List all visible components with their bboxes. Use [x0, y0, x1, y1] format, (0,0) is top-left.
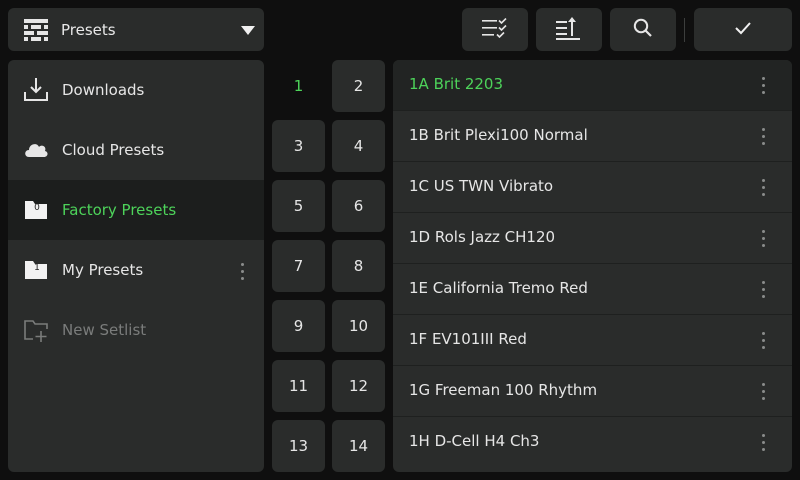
- edit-list-icon: [482, 17, 508, 42]
- sidebar-item-label: Factory Presets: [62, 201, 177, 219]
- preset-name: 1B Brit Plexi100 Normal: [409, 126, 588, 144]
- bank-button[interactable]: 11: [272, 360, 325, 412]
- more-options-icon[interactable]: [762, 434, 766, 455]
- preset-row[interactable]: 1H D-Cell H4 Ch3: [393, 417, 792, 468]
- sidebar-item-factory-presets[interactable]: 0 Factory Presets: [8, 180, 264, 240]
- sidebar-item-label: Cloud Presets: [62, 141, 165, 159]
- more-options-icon[interactable]: [241, 263, 245, 284]
- more-options-icon[interactable]: [762, 128, 766, 149]
- sidebar-item-label: My Presets: [62, 261, 144, 279]
- more-options-icon[interactable]: [762, 332, 766, 353]
- sidebar-item-label: New Setlist: [62, 321, 147, 339]
- bank-button[interactable]: 4: [332, 120, 385, 172]
- preset-row[interactable]: 1B Brit Plexi100 Normal: [393, 111, 792, 162]
- toolbar-divider: [684, 18, 685, 42]
- search-icon: [633, 18, 653, 42]
- sidebar-item-new-setlist[interactable]: New Setlist: [8, 300, 264, 360]
- sidebar: Downloads Cloud Presets 0 Factory Preset…: [8, 60, 264, 472]
- sidebar-item-my-presets[interactable]: 1 My Presets: [8, 240, 264, 300]
- preset-row[interactable]: 1D Rols Jazz CH120: [393, 213, 792, 264]
- bank-button[interactable]: 5: [272, 180, 325, 232]
- bank-button[interactable]: 10: [332, 300, 385, 352]
- preset-list: 1A Brit 2203 1B Brit Plexi100 Normal 1C …: [393, 60, 792, 472]
- more-options-icon[interactable]: [762, 179, 766, 200]
- sidebar-item-downloads[interactable]: Downloads: [8, 60, 264, 120]
- more-options-icon[interactable]: [762, 77, 766, 98]
- preset-name: 1F EV101III Red: [409, 330, 527, 348]
- bank-button[interactable]: 1: [272, 60, 325, 112]
- edit-list-button[interactable]: [462, 8, 528, 51]
- confirm-button[interactable]: [694, 8, 792, 51]
- preset-row[interactable]: 1C US TWN Vibrato: [393, 162, 792, 213]
- bank-button[interactable]: 7: [272, 240, 325, 292]
- new-folder-icon: [23, 317, 49, 343]
- more-options-icon[interactable]: [762, 383, 766, 404]
- bank-button[interactable]: 12: [332, 360, 385, 412]
- preset-name: 1C US TWN Vibrato: [409, 177, 554, 195]
- bank-button[interactable]: 13: [272, 420, 325, 472]
- bank-button[interactable]: 8: [332, 240, 385, 292]
- preset-row[interactable]: 1E California Tremo Red: [393, 264, 792, 315]
- sidebar-item-cloud-presets[interactable]: Cloud Presets: [8, 120, 264, 180]
- grid-menu-icon: [24, 18, 48, 41]
- preset-row[interactable]: 1F EV101III Red: [393, 315, 792, 366]
- folder-badge: 0: [34, 203, 40, 213]
- preset-type-dropdown[interactable]: Presets: [8, 8, 264, 51]
- preset-name: 1H D-Cell H4 Ch3: [409, 432, 540, 450]
- preset-name: 1D Rols Jazz CH120: [409, 228, 556, 246]
- bank-button[interactable]: 2: [332, 60, 385, 112]
- download-icon: [23, 77, 49, 103]
- check-icon: [734, 20, 752, 39]
- preset-name: 1E California Tremo Red: [409, 279, 588, 297]
- search-button[interactable]: [610, 8, 676, 51]
- preset-name: 1G Freeman 100 Rhythm: [409, 381, 598, 399]
- sidebar-item-label: Downloads: [62, 81, 145, 99]
- more-options-icon[interactable]: [762, 281, 766, 302]
- bank-button[interactable]: 3: [272, 120, 325, 172]
- bank-button[interactable]: 9: [272, 300, 325, 352]
- bank-button[interactable]: 14: [332, 420, 385, 472]
- chevron-down-icon: [241, 26, 255, 35]
- more-options-icon[interactable]: [762, 230, 766, 251]
- preset-name: 1A Brit 2203: [409, 75, 504, 93]
- sort-button[interactable]: [536, 8, 602, 51]
- cloud-icon: [23, 137, 49, 163]
- sort-icon: [556, 16, 582, 44]
- dropdown-label: Presets: [61, 20, 116, 39]
- preset-row[interactable]: 1G Freeman 100 Rhythm: [393, 366, 792, 417]
- folder-badge: 1: [34, 263, 40, 273]
- bank-button[interactable]: 6: [332, 180, 385, 232]
- preset-row[interactable]: 1A Brit 2203: [393, 60, 792, 111]
